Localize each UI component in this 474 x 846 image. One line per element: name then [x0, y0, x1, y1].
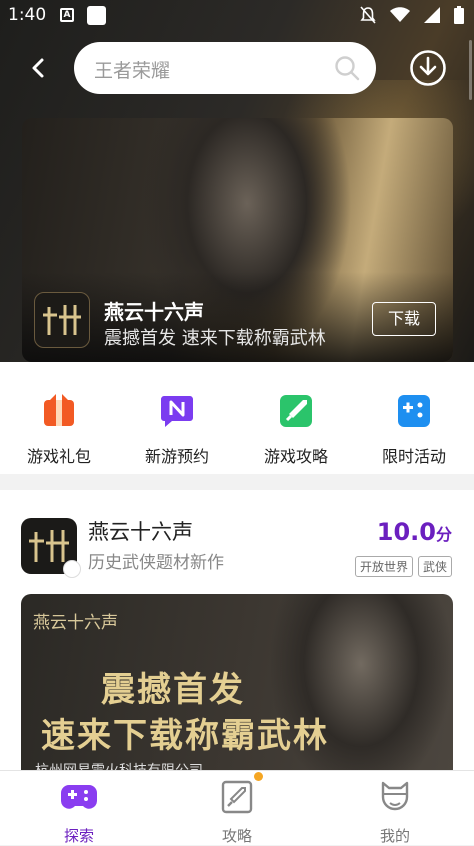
banner-subtitle: 震撼首发 速来下载称霸武林: [104, 328, 326, 349]
n-badge-icon: [161, 396, 193, 427]
game-tag: 开放世界: [354, 556, 413, 577]
game-icon[interactable]: [21, 518, 81, 578]
quick-entry-label: 游戏礼包: [26, 447, 91, 466]
quick-entry-guide[interactable]: 游戏攻略: [237, 394, 355, 467]
tab-label: 攻略: [221, 827, 252, 845]
banner-game-logo: [34, 292, 90, 348]
banner-download-button[interactable]: 下载: [372, 302, 436, 336]
profile-face-icon: [381, 781, 409, 811]
quick-entry-events[interactable]: 限时活动: [355, 394, 473, 467]
featured-banner[interactable]: 燕云十六声 震撼首发 速来下载称霸武林 下载: [22, 118, 453, 362]
gamepad-icon: [398, 395, 430, 427]
game-description: 历史武侠题材新作: [88, 553, 224, 573]
tab-guide[interactable]: 攻略: [182, 779, 292, 846]
game-logo-glyph-icon: [43, 305, 81, 335]
sword-icon: [280, 395, 312, 427]
game-score: 10.0分: [377, 518, 452, 546]
app-notification-icon: A: [60, 8, 74, 22]
quick-entry-gift[interactable]: 游戏礼包: [0, 394, 118, 467]
document-sword-icon: [221, 780, 253, 814]
game-tags: 开放世界 武侠: [354, 556, 452, 577]
quick-entry-label: 限时活动: [381, 447, 446, 466]
banner-title: 燕云十六声: [104, 300, 204, 324]
search-input[interactable]: 王者荣耀: [74, 42, 376, 94]
score-unit: 分: [435, 525, 452, 544]
signal-icon: [424, 7, 440, 23]
back-button[interactable]: [22, 52, 54, 84]
gift-icon: [44, 394, 74, 426]
game-name[interactable]: 燕云十六声: [88, 516, 193, 546]
game-tag: 武侠: [417, 556, 452, 577]
mute-bell-icon: [360, 6, 376, 24]
quick-entry-label: 新游预约: [144, 447, 209, 466]
tab-label: 我的: [379, 827, 410, 845]
top-nav: 王者荣耀: [0, 42, 474, 96]
chevron-left-icon: [32, 58, 44, 78]
notification-dot: [254, 772, 263, 781]
tab-label: 探索: [63, 827, 94, 845]
promo-headline-1: 震撼首发: [101, 670, 245, 710]
status-time: 1:40: [8, 5, 47, 25]
quick-entry-label: 游戏攻略: [263, 447, 328, 466]
game-promo-image[interactable]: 燕云十六声 震撼首发 速来下载称霸武林 杭州网易雷火科技有限公司: [21, 594, 453, 794]
status-bar: 1:40 A: [0, 0, 474, 32]
notification-square-icon: [87, 6, 106, 25]
promo-artwork: [271, 594, 451, 794]
tab-mine[interactable]: 我的: [340, 779, 450, 846]
scrollbar[interactable]: [469, 40, 472, 100]
game-card[interactable]: 燕云十六声 历史武侠题材新作 10.0分 开放世界 武侠 燕云十六声 震撼首发 …: [0, 490, 474, 794]
quick-entry-row: 游戏礼包 新游预约 游戏攻略 限时活动: [0, 362, 474, 474]
platform-badge-icon: [63, 560, 81, 578]
gamepad-tab-icon: [61, 785, 97, 809]
score-value: 10.0: [376, 518, 436, 546]
promo-brand: 燕云十六声: [33, 613, 118, 633]
quick-entry-preorder[interactable]: 新游预约: [118, 394, 236, 467]
battery-icon: [454, 6, 464, 24]
search-icon[interactable]: [334, 55, 360, 81]
download-manager-icon[interactable]: [409, 49, 447, 87]
tab-explore[interactable]: 探索: [24, 779, 134, 846]
wifi-icon: [390, 7, 410, 22]
promo-headline-2: 速来下载称霸武林: [41, 716, 329, 756]
bottom-tab-bar: 探索 攻略 我的: [0, 770, 474, 845]
search-placeholder: 王者荣耀: [94, 60, 171, 82]
